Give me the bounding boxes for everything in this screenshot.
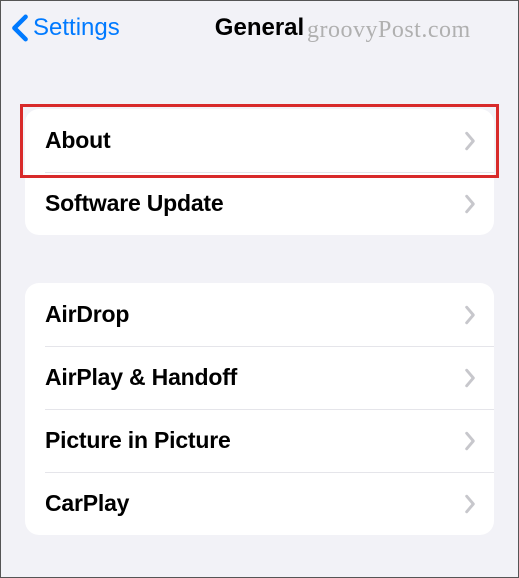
settings-group-2: AirDrop AirPlay & Handoff Picture in Pic… [25, 283, 494, 535]
row-label: CarPlay [45, 490, 129, 517]
row-label: Software Update [45, 190, 223, 217]
chevron-right-icon [464, 431, 476, 451]
content-area: About Software Update AirDrop AirPlay & … [1, 57, 518, 535]
row-label: About [45, 127, 110, 154]
row-label: AirDrop [45, 301, 129, 328]
page-title: General [215, 14, 304, 42]
row-airplay-handoff[interactable]: AirPlay & Handoff [25, 346, 494, 409]
row-airdrop[interactable]: AirDrop [25, 283, 494, 346]
settings-group-1: About Software Update [25, 109, 494, 235]
back-label: Settings [33, 14, 120, 42]
chevron-right-icon [464, 494, 476, 514]
row-label: Picture in Picture [45, 427, 231, 454]
header-bar: Settings General groovyPost.com [1, 1, 518, 57]
chevron-right-icon [464, 305, 476, 325]
row-label: AirPlay & Handoff [45, 364, 237, 391]
row-about[interactable]: About [25, 109, 494, 172]
chevron-right-icon [464, 131, 476, 151]
row-carplay[interactable]: CarPlay [25, 472, 494, 535]
row-picture-in-picture[interactable]: Picture in Picture [25, 409, 494, 472]
chevron-right-icon [464, 194, 476, 214]
chevron-right-icon [464, 368, 476, 388]
row-software-update[interactable]: Software Update [25, 172, 494, 235]
chevron-left-icon [11, 14, 29, 42]
back-button[interactable]: Settings [11, 14, 120, 42]
watermark-text: groovyPost.com [307, 17, 471, 44]
